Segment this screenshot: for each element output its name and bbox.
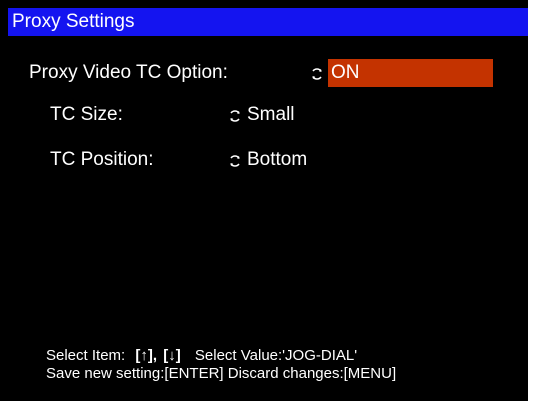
cycle-arrows-icon bbox=[230, 110, 240, 122]
up-key-icon: [↑] bbox=[135, 347, 153, 364]
menu-title: Proxy Settings bbox=[12, 11, 135, 32]
menu-item-value: ON bbox=[331, 62, 360, 83]
key-separator: , bbox=[152, 347, 158, 364]
help-line-confirm: Save new setting:[ENTER] Discard changes… bbox=[46, 364, 396, 383]
save-setting-label: Save new setting:[ENTER] bbox=[46, 365, 224, 382]
down-key-icon: [↓] bbox=[163, 347, 181, 364]
select-value-label: Select Value:'JOG-DIAL' bbox=[194, 347, 358, 364]
cycle-arrows-icon bbox=[230, 155, 240, 167]
menu-item-label: Proxy Video TC Option: bbox=[29, 62, 228, 83]
menu-item-value: Bottom bbox=[247, 149, 308, 170]
menu-screen: Proxy Settings Proxy Video TC Option: ON… bbox=[0, 0, 534, 406]
menu-item-label: TC Position: bbox=[50, 149, 154, 170]
cycle-arrows-icon bbox=[312, 68, 322, 80]
help-line-navigation: Select Item: [↑], [↓] Select Value:'JOG-… bbox=[46, 346, 357, 365]
discard-changes-label: Discard changes:[MENU] bbox=[227, 365, 397, 382]
menu-item-value: Small bbox=[247, 104, 295, 125]
title-bar: Proxy Settings bbox=[8, 8, 528, 36]
select-item-label: Select Item: bbox=[46, 347, 126, 364]
menu-item-label: TC Size: bbox=[50, 104, 123, 125]
